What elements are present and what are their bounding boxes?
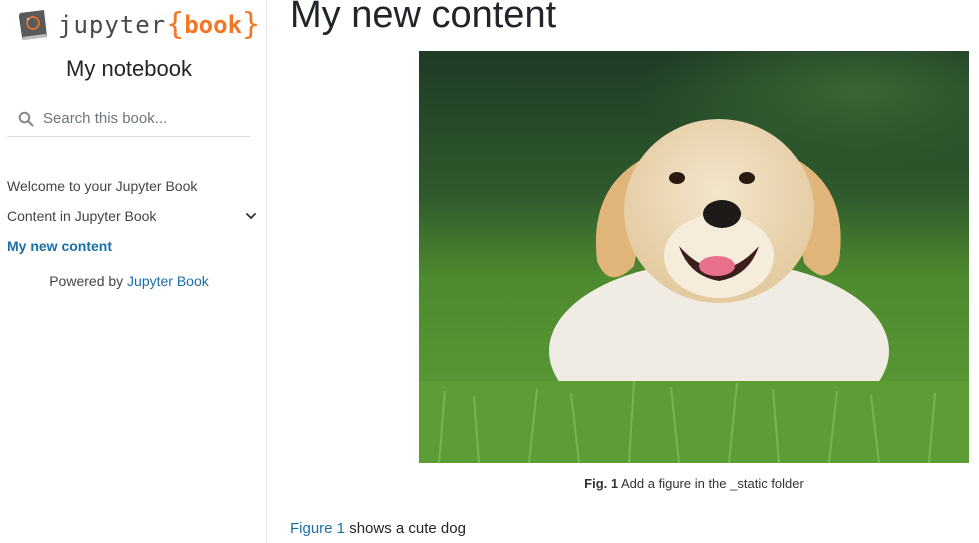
puppy-image [419,51,969,463]
jupyter-book-logo[interactable]: jupyter { book } [14,5,260,45]
powered-by: Powered by Jupyter Book [0,273,258,289]
paragraph-text: shows a cute dog [345,520,466,537]
logo-jupyter-text: jupyter [58,11,167,39]
figure-reference-link[interactable]: Figure 1 [290,520,345,537]
sidebar: jupyter { book } My notebook Welcome to … [0,0,267,543]
sidebar-item-content[interactable]: Content in Jupyter Book [7,201,262,231]
main-content: My new content Fig. 1 Add a figure in th… [290,0,979,543]
search-box[interactable] [7,101,250,137]
powered-by-prefix: Powered by [49,273,128,289]
body-paragraph: Figure 1 shows a cute dog [290,520,466,537]
book-logo-icon [14,7,52,43]
sidebar-item-label: Welcome to your Jupyter Book [7,178,198,194]
sidebar-nav: Welcome to your Jupyter Book Content in … [7,171,262,261]
figure-caption-label: Fig. 1 [584,476,619,491]
jupyter-book-link[interactable]: Jupyter Book [127,273,209,289]
sidebar-item-my-new-content[interactable]: My new content [7,231,262,261]
search-icon [18,111,34,127]
logo-brace-close: } [242,7,261,42]
sidebar-item-welcome[interactable]: Welcome to your Jupyter Book [7,171,262,201]
logo-brace-open: { [166,7,185,42]
figure-caption: Fig. 1 Add a figure in the _static folde… [419,476,969,491]
sidebar-item-label: My new content [7,238,113,254]
site-title[interactable]: My notebook [0,56,258,82]
page-title: My new content [290,0,557,36]
logo-book-text: book [184,11,243,39]
sidebar-item-label: Content in Jupyter Book [7,208,157,224]
search-input[interactable] [43,110,243,127]
figure-caption-text: Add a figure in the _static folder [618,476,804,491]
chevron-down-icon[interactable] [244,209,258,223]
